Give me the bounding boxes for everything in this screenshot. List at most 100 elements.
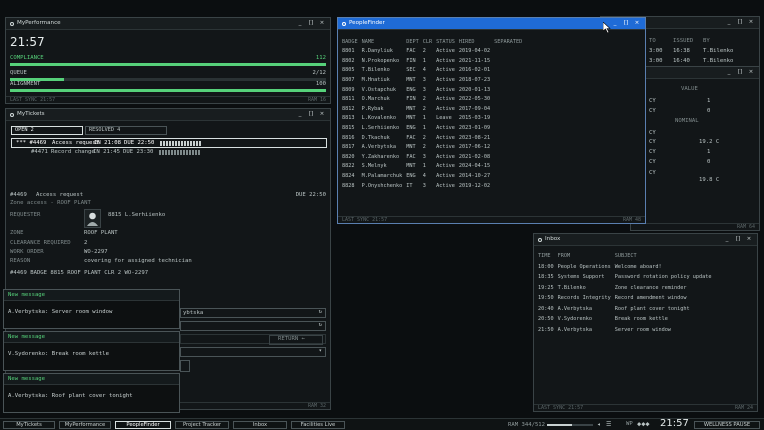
column-header[interactable]: STATUS <box>436 37 459 47</box>
background-window-titlebar[interactable]: _[] × <box>631 67 759 79</box>
table-row[interactable]: 8816 D.Tkachuk FAC 2 Active 2023-08-21 <box>342 133 526 143</box>
table-cell: 19:25 <box>538 284 554 291</box>
column-header[interactable]: NAME <box>362 37 407 47</box>
table-cell: 2019-04-02 <box>458 48 491 55</box>
table-row[interactable]: 8822 S.Melnyk MNT 1 Active 2024-04-15 <box>342 162 526 172</box>
return-button[interactable]: RETURN ← <box>269 335 323 345</box>
work-order-label: WORK ORDER <box>10 249 44 255</box>
task-facilities-live[interactable]: Facilities Live <box>291 421 345 429</box>
value: 0 <box>707 159 711 165</box>
column-header[interactable]: DEPT <box>406 37 423 47</box>
my-tickets-titlebar[interactable]: MyTickets _[] × <box>6 109 330 121</box>
volume-slider[interactable] <box>547 424 593 426</box>
requester-value: 8815 L.Serhiienko <box>108 212 166 218</box>
minimize-icon[interactable]: _ <box>611 20 619 27</box>
queue-value: 2/12 <box>312 70 326 76</box>
ticket-in: IN 21:45 <box>93 149 120 155</box>
table-row[interactable]: 21:50 A.Verbytska Server room window <box>538 325 716 336</box>
detail-subtitle: Zone access - ROOF PLANT <box>10 200 91 206</box>
table-row[interactable]: 8805 T.Bilenko SEC 4 Active 2016-02-01 <box>342 66 526 76</box>
maximize-icon[interactable]: [] <box>307 111 315 118</box>
table-row[interactable]: 8815 L.Serhiienko ENG 1 Active 2023-01-09 <box>342 123 526 133</box>
close-icon[interactable]: × <box>318 20 326 27</box>
table-row[interactable]: 18:35 Systems Support Password rotation po… <box>538 272 716 283</box>
ticket-row-selected[interactable]: *** #4469 Access request IN 21:08 DUE 22… <box>11 138 327 148</box>
message-toast[interactable]: New message V.Sydorenko: Break room kett… <box>3 331 180 371</box>
select-field[interactable]: ▾ <box>180 347 326 357</box>
minimize-icon[interactable]: _ <box>723 236 731 243</box>
close-icon[interactable]: × <box>633 20 641 27</box>
message-toast[interactable]: New message A.Verbytska: Server room win… <box>3 289 180 329</box>
maximize-icon[interactable]: [] <box>736 69 744 76</box>
maximize-icon[interactable]: [] <box>622 20 630 27</box>
refresh-icon[interactable]: ↻ <box>319 322 322 329</box>
column-header[interactable]: TIME <box>538 251 558 262</box>
table-cell: MNT <box>406 105 416 112</box>
speaker-icon[interactable]: ◂ <box>597 421 601 428</box>
table-row[interactable]: 20:40 A.Verbytska Roof plant cover tonight <box>538 304 716 315</box>
message-toast[interactable]: New message A.Verbytska: Roof plant cove… <box>3 373 180 413</box>
people-finder-window: PeopleFinder _[] × BADGE NAME DEPT CLR STATUS H… <box>337 17 646 224</box>
close-icon[interactable]: × <box>745 236 753 243</box>
column-header[interactable]: HIRED <box>459 37 494 47</box>
task-peoplefinder[interactable]: PeopleFinder <box>115 421 171 429</box>
assignee-field[interactable]: ybtska ↻ <box>180 308 326 318</box>
task-myperformance[interactable]: MyPerformance <box>59 421 111 429</box>
close-icon[interactable]: × <box>747 69 755 76</box>
table-row[interactable]: 8807 M.Hnatiuk MNT 3 Active 2018-07-23 <box>342 75 526 85</box>
small-field[interactable] <box>180 360 190 372</box>
table-row[interactable]: 8828 P.Onyshchenko IT 3 Active 2019-12-02 <box>342 181 526 191</box>
table-row[interactable]: 19:25 T.Bilenko Zone clearance reminder <box>538 283 716 294</box>
table-row[interactable]: 8824 M.Palamarchuk ENG 4 Active 2014-10-27 <box>342 171 526 181</box>
table-row[interactable]: 8813 L.Kovalenko MNT 1 Leave 2015-03-19 <box>342 114 526 124</box>
inbox-titlebar[interactable]: Inbox _[] × <box>534 234 757 246</box>
task-project-tracker[interactable]: Project Tracker <box>175 421 229 429</box>
table-cell: Active <box>436 144 455 151</box>
minimize-icon[interactable]: _ <box>296 20 304 27</box>
table-row[interactable]: 8811 O.Marchuk FIN 2 Active 2022-05-30 <box>342 95 526 105</box>
minimize-icon[interactable]: _ <box>296 111 304 118</box>
tab-resolved[interactable]: RESOLVED 4 <box>85 126 167 135</box>
table-row[interactable]: 20:50 V.Sydorenko Break room kettle <box>538 314 716 325</box>
table-row[interactable]: 8802 N.Prokopenko FIN 1 Active 2021-11-15 <box>342 56 526 66</box>
table-row[interactable]: 18:00 People Operations Welcome aboard! <box>538 262 716 273</box>
table-cell: 3 <box>422 77 426 84</box>
table-row[interactable]: 8809 V.Ostapchuk ENG 3 Active 2020-01-13 <box>342 85 526 95</box>
close-icon[interactable]: × <box>318 111 326 118</box>
column-header[interactable]: CLR <box>423 37 436 47</box>
column-header[interactable]: SEPARATED <box>494 37 526 47</box>
maximize-icon[interactable]: [] <box>736 19 744 26</box>
close-icon[interactable]: × <box>747 19 755 26</box>
refresh-icon[interactable]: ↻ <box>319 309 322 316</box>
table-row[interactable]: 8801 R.Danyliuk FAC 2 Active 2019-04-02 <box>342 47 526 57</box>
table-row[interactable]: 8817 A.Verbytska MNT 2 Active 2017-06-12 <box>342 143 526 153</box>
task-inbox[interactable]: Inbox <box>233 421 287 429</box>
column-header[interactable]: SUBJECT <box>615 251 716 262</box>
column-header[interactable]: FROM <box>558 251 615 262</box>
secondary-field[interactable]: ↻ <box>180 321 326 331</box>
column-header[interactable]: BADGE <box>342 37 362 47</box>
my-performance-titlebar[interactable]: MyPerformance _[] × <box>6 18 330 30</box>
table-cell: Systems Support <box>557 274 605 281</box>
toast-body: A.Verbytska: Server room window <box>8 309 113 315</box>
minimize-icon[interactable]: _ <box>725 69 733 76</box>
table-cell: 8801 <box>342 48 355 55</box>
wellness-pause-button[interactable]: WELLNESS PAUSE <box>694 421 760 429</box>
table-cell: 8828 <box>342 182 355 189</box>
minimize-icon[interactable]: _ <box>725 19 733 26</box>
table-row[interactable]: 19:50 Records Integrity Record amendment w… <box>538 293 716 304</box>
table-cell: ENG <box>406 172 416 179</box>
task-mytickets[interactable]: MyTickets <box>3 421 55 429</box>
action-field[interactable]: RETURN ← <box>180 334 326 345</box>
table-row[interactable]: 8812 P.Rybak MNT 2 Active 2017-09-04 <box>342 104 526 114</box>
chevron-down-icon[interactable]: ▾ <box>319 348 322 355</box>
table-cell: 1 <box>422 115 426 122</box>
ticket-row[interactable]: #4471 Record change IN 21:45 DUE 23:30 <box>11 148 327 158</box>
maximize-icon[interactable]: [] <box>734 236 742 243</box>
maximize-icon[interactable]: [] <box>307 20 315 27</box>
people-finder-titlebar[interactable]: PeopleFinder _[] × <box>338 18 645 30</box>
table-cell: Active <box>436 172 455 179</box>
table-cell: 8816 <box>342 134 355 141</box>
tab-open[interactable]: OPEN 2 <box>11 126 83 135</box>
table-row[interactable]: 8820 Y.Zakharenko FAC 3 Active 2021-02-08 <box>342 152 526 162</box>
